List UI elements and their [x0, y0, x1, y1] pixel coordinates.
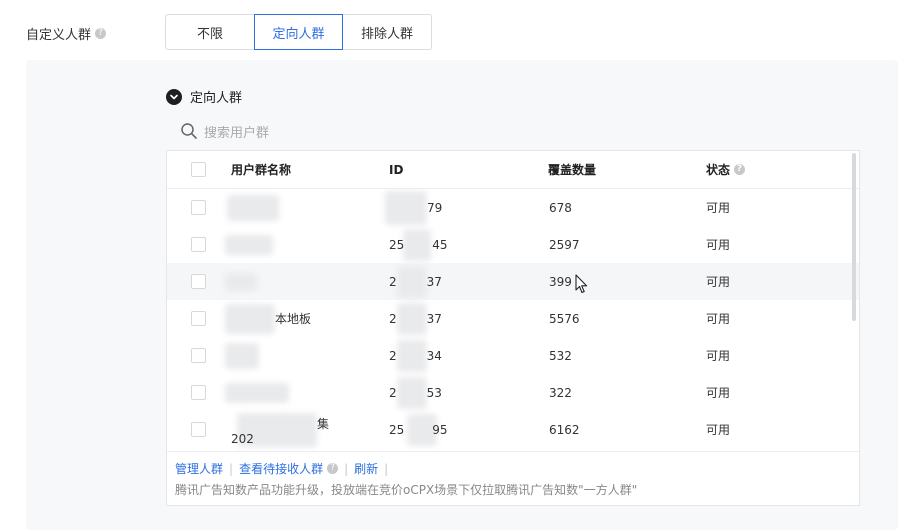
- row-checkbox[interactable]: [191, 200, 206, 215]
- col-status-header[interactable]: 状态 ?: [706, 151, 746, 188]
- pending-audience-link[interactable]: 查看待接收人群: [239, 460, 323, 477]
- row-status: 可用: [706, 201, 731, 215]
- redacted-name: [225, 235, 273, 255]
- section-header[interactable]: 定向人群: [166, 87, 242, 106]
- seg-targeted-button[interactable]: 定向人群: [254, 14, 343, 50]
- row-checkbox[interactable]: [191, 237, 206, 252]
- table-scrollbar[interactable]: [852, 151, 858, 451]
- redacted-name: [225, 304, 275, 334]
- row-count: 5576: [549, 311, 580, 326]
- refresh-link[interactable]: 刷新: [354, 460, 378, 477]
- divider: |: [384, 461, 389, 476]
- question-circle-icon[interactable]: ?: [327, 463, 339, 474]
- row-id: 2 37: [389, 311, 442, 326]
- redacted-name: [225, 383, 289, 403]
- search-box: [180, 122, 404, 144]
- page: 自定义人群 ? 不限 定向人群 排除人群 定向人群 搜索用户群 用户群名称 ID…: [0, 0, 908, 530]
- redacted-name: [225, 343, 259, 369]
- seg-unlimited-button[interactable]: 不限: [165, 14, 255, 50]
- manage-audience-link[interactable]: 管理人群: [175, 460, 223, 477]
- table-row[interactable]: 集 202 25 95 6162 可用: [167, 411, 859, 448]
- row-count: 6162: [549, 422, 580, 437]
- table-footer: 管理人群 | 查看待接收人群 ? | 刷新 | 腾讯广告知数产品功能升级，投放端…: [167, 451, 859, 505]
- row-checkbox[interactable]: [191, 311, 206, 326]
- row-id: 25 45: [389, 237, 448, 252]
- select-all-checkbox[interactable]: [191, 162, 206, 177]
- row-status: 可用: [706, 386, 731, 400]
- col-count-header[interactable]: 覆盖数量: [548, 151, 596, 188]
- table-body: 79 678 可用 25 45 2597 可用 2 37 399 可用 本地板 …: [167, 189, 859, 451]
- table-row[interactable]: 79 678 可用: [167, 189, 859, 226]
- table-row[interactable]: 本地板 2 37 5576 可用: [167, 300, 859, 337]
- custom-audience-label: 自定义人群 ?: [26, 24, 107, 43]
- row-count: 532: [549, 348, 572, 363]
- redacted-name: [225, 273, 257, 291]
- table-row[interactable]: 2 37 399 可用: [167, 263, 859, 300]
- row-checkbox[interactable]: [191, 274, 206, 289]
- chevron-down-circle-icon[interactable]: [166, 88, 182, 105]
- redacted-id: [385, 191, 427, 225]
- custom-audience-label-text: 自定义人群: [26, 28, 92, 43]
- row-checkbox[interactable]: [191, 422, 206, 437]
- footer-links: 管理人群 | 查看待接收人群 ? | 刷新 |: [175, 460, 394, 477]
- row-id: 79: [427, 200, 443, 215]
- row-id: 2 53: [389, 385, 442, 400]
- question-circle-icon[interactable]: ?: [95, 28, 107, 39]
- col-id-header[interactable]: ID: [389, 151, 403, 188]
- scrollbar-thumb[interactable]: [852, 153, 856, 321]
- row-count: 399: [549, 274, 572, 289]
- table-row[interactable]: 25 45 2597 可用: [167, 226, 859, 263]
- row-checkbox[interactable]: [191, 348, 206, 363]
- col-name-header[interactable]: 用户群名称: [231, 151, 291, 188]
- row-status: 可用: [706, 312, 731, 326]
- row-name: 本地板: [275, 312, 312, 326]
- audience-table: 用户群名称 ID 覆盖数量 状态 ? 79 678 可用 25 45 2597 …: [166, 150, 860, 506]
- search-icon: [180, 122, 198, 144]
- table-row[interactable]: 2 53 322 可用: [167, 374, 859, 411]
- divider: |: [344, 461, 349, 476]
- section-title: 定向人群: [190, 91, 243, 106]
- row-id: 2 34: [389, 348, 442, 363]
- row-status: 可用: [706, 275, 731, 289]
- row-id: 25 95: [389, 422, 448, 437]
- row-checkbox[interactable]: [191, 385, 206, 400]
- row-status: 可用: [706, 349, 731, 363]
- row-status: 可用: [706, 423, 731, 437]
- row-id: 2 37: [389, 274, 442, 289]
- row-status: 可用: [706, 238, 731, 252]
- row-count: 322: [549, 385, 572, 400]
- row-name-line2: 202: [231, 432, 254, 446]
- col-status-label: 状态: [706, 163, 731, 177]
- table-row[interactable]: 2 34 532 可用: [167, 337, 859, 374]
- redacted-name: [227, 195, 279, 221]
- search-input[interactable]: [204, 125, 404, 141]
- audience-mode-segmented: 不限 定向人群 排除人群: [165, 14, 432, 50]
- seg-exclude-button[interactable]: 排除人群: [342, 14, 432, 50]
- row-count: 2597: [549, 237, 580, 252]
- select-all-cell: [191, 151, 206, 188]
- row-name: 集: [317, 417, 330, 431]
- footer-note: 腾讯广告知数产品功能升级，投放端在竞价oCPX场景下仅拉取腾讯广告知数"一方人群…: [175, 483, 638, 497]
- mouse-pointer-icon: [575, 274, 589, 298]
- table-header: 用户群名称 ID 覆盖数量 状态 ?: [167, 151, 859, 189]
- question-circle-icon[interactable]: ?: [734, 164, 746, 175]
- divider: |: [229, 461, 234, 476]
- row-count: 678: [549, 200, 572, 215]
